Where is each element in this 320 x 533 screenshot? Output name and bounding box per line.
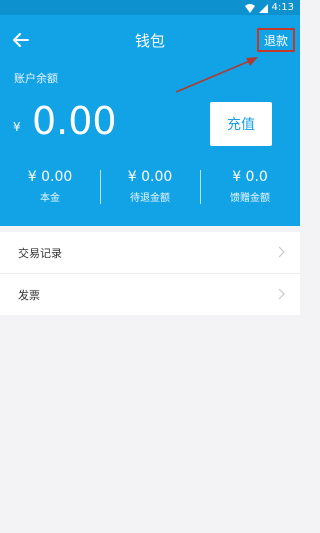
list-item-label: 交易记录 [18, 246, 62, 260]
balance-breakdown: ¥ 0.00 本金 ¥ 0.00 待退金额 ¥ 0.0 馈赠金额 [0, 168, 300, 208]
list-item-transactions[interactable]: 交易记录 [0, 232, 300, 274]
stat-principal: ¥ 0.00 本金 [0, 168, 100, 208]
stat-value: ¥ 0.00 [27, 169, 73, 185]
recharge-button[interactable]: 充值 [210, 102, 272, 146]
stat-value: ¥ 0.0 [232, 169, 268, 185]
stat-pending-refund: ¥ 0.00 待退金额 [100, 168, 200, 208]
stat-label: 待退金额 [130, 193, 170, 204]
balance-label: 账户余额 [14, 72, 58, 85]
refund-button[interactable]: 退款 [257, 28, 295, 52]
chevron-right-icon [278, 246, 285, 258]
stat-label: 本金 [40, 193, 60, 204]
wallet-menu: 交易记录 发票 [0, 232, 300, 315]
stat-label: 馈赠金额 [230, 193, 270, 204]
chevron-right-icon [278, 288, 285, 300]
list-item-invoice[interactable]: 发票 [0, 274, 300, 315]
balance-amount: 0.00 [32, 99, 117, 143]
wallet-header: 4:13 钱包 退款 账户余额 ¥ 0.00 充值 ¥ 0.00 本金 ¥ 0.… [0, 0, 300, 226]
stat-gift-amount: ¥ 0.0 馈赠金额 [200, 168, 300, 208]
page-title: 钱包 [134, 32, 165, 50]
nav-bar: 钱包 退款 [0, 15, 300, 65]
currency-symbol: ¥ [13, 120, 21, 134]
status-time: 4:13 [271, 2, 294, 13]
stat-value: ¥ 0.00 [127, 169, 173, 185]
status-bar: 4:13 [0, 0, 300, 15]
list-item-label: 发票 [18, 288, 40, 302]
